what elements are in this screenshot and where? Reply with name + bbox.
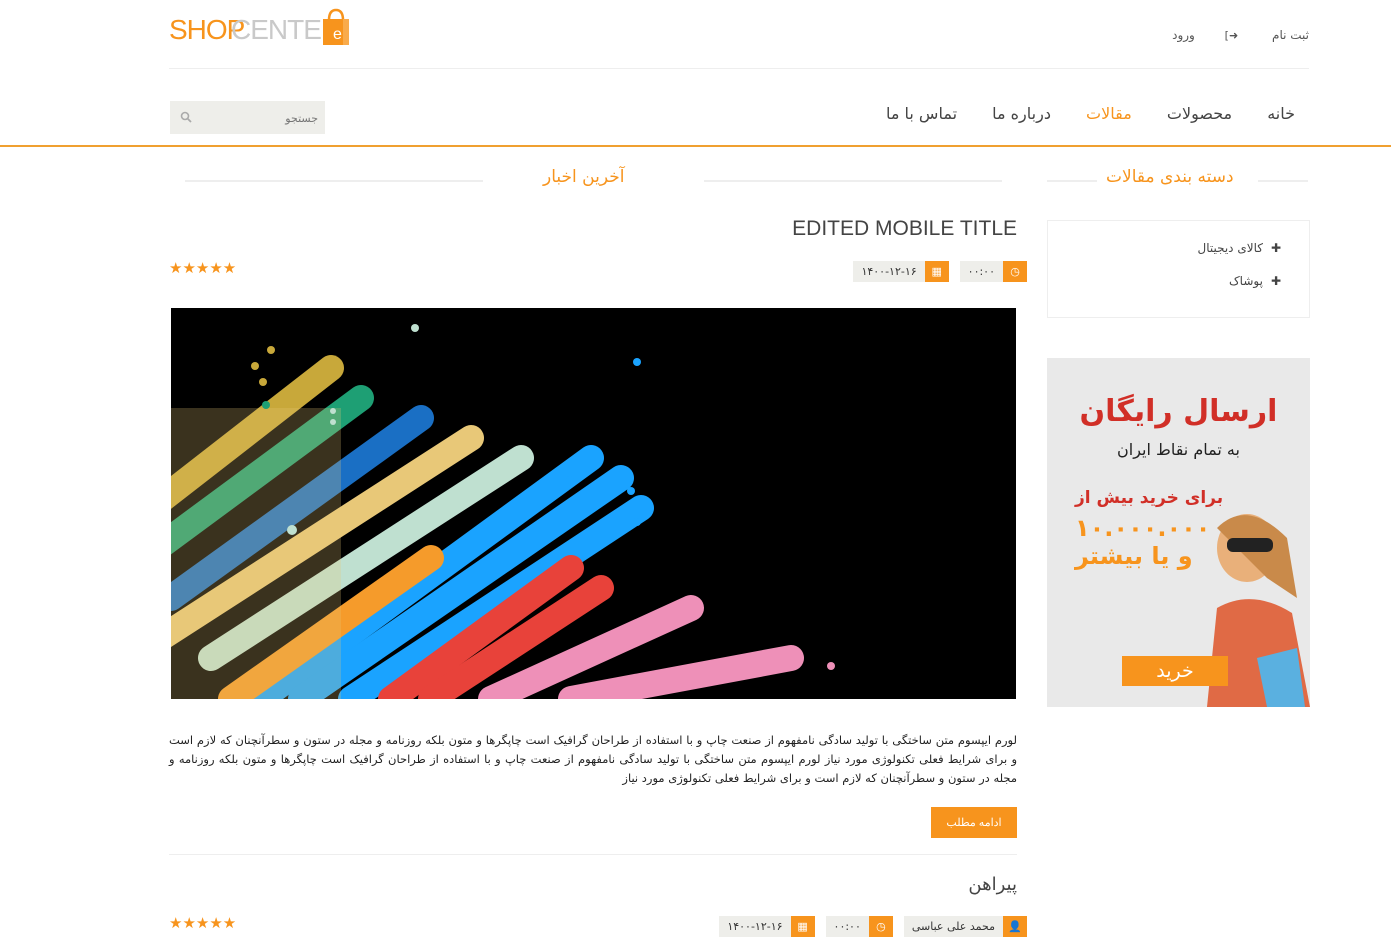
- banner-subtitle: به تمام نقاط ایران: [1117, 440, 1240, 459]
- read-more-button[interactable]: ادامه مطلب: [931, 807, 1017, 838]
- post-time-2: ◷ ۰۰:۰۰: [825, 916, 893, 937]
- post-author: 👤 محمد علی عباسی: [903, 916, 1027, 937]
- abstract-paint-splash-image: [171, 308, 1016, 699]
- site-logo[interactable]: SHOP CENTER e: [169, 8, 354, 48]
- title-line-left: [185, 180, 483, 182]
- rating-stars: ★★★★★: [169, 259, 237, 277]
- plus-icon: ✚: [1270, 241, 1281, 255]
- banner-amount: ۱۰.۰۰۰.۰۰۰: [1075, 514, 1211, 542]
- latest-news-title: آخرین اخبار: [543, 167, 625, 187]
- category-item-clothing[interactable]: ✚پوشاک: [1229, 274, 1281, 288]
- post-meta: ◷ ۰۰:۰۰ ▦ ۱۴۰۰-۱۲-۱۶: [842, 261, 1027, 282]
- user-icon: 👤: [1003, 916, 1027, 937]
- post-date: ▦ ۱۴۰۰-۱۲-۱۶: [853, 261, 949, 282]
- nav-home[interactable]: خانه: [1267, 104, 1295, 123]
- cat-title-line-right: [1258, 180, 1308, 182]
- banner-line1: برای خرید بیش از: [1075, 488, 1224, 508]
- nav-articles[interactable]: مقالات: [1086, 104, 1132, 123]
- free-shipping-banner[interactable]: ارسال رایگان به تمام نقاط ایران برای خری…: [1047, 358, 1310, 707]
- post-separator: [169, 854, 1017, 855]
- post-title-2[interactable]: پیراهن: [968, 874, 1017, 895]
- nav-products[interactable]: محصولات: [1167, 104, 1232, 123]
- login-link[interactable]: ➜] ورود: [1146, 28, 1242, 42]
- search-box: [170, 101, 325, 136]
- category-item-digital[interactable]: ✚کالای دیجیتال: [1197, 241, 1281, 255]
- nav-contact[interactable]: تماس با ما: [886, 104, 957, 123]
- post-excerpt: لورم ایپسوم متن ساختگی با تولید سادگی نا…: [169, 733, 1017, 785]
- cat-title-line-left: [1047, 180, 1097, 182]
- banner-buy-button[interactable]: خرید: [1122, 656, 1228, 686]
- clock-icon: ◷: [868, 916, 893, 937]
- sign-in-icon: ➜]: [1224, 29, 1239, 42]
- search-icon[interactable]: [180, 111, 192, 123]
- calendar-icon: ▦: [790, 916, 815, 937]
- calendar-icon: ▦: [924, 261, 949, 282]
- search-input[interactable]: [196, 101, 320, 136]
- post-time: ◷ ۰۰:۰۰: [959, 261, 1027, 282]
- shopping-bag-icon: e: [323, 8, 349, 45]
- main-nav: خانه محصولات مقالات درباره ما تماس با ما: [856, 104, 1295, 123]
- clock-icon: ◷: [1003, 261, 1027, 282]
- login-link-label: ورود: [1172, 28, 1195, 42]
- nav-about[interactable]: درباره ما: [992, 104, 1051, 123]
- plus-icon: ✚: [1270, 274, 1281, 288]
- categories-title: دسته بندی مقالات: [1106, 167, 1234, 187]
- register-link[interactable]: ثبت نام: [1272, 28, 1309, 42]
- rating-stars-2: ★★★★★: [169, 914, 237, 932]
- title-line-right: [704, 180, 1002, 182]
- post-meta-2: 👤 محمد علی عباسی ◷ ۰۰:۰۰ ▦ ۱۴۰۰-۱۲-۱۶: [708, 916, 1027, 937]
- post-title[interactable]: EDITED MOBILE TITLE: [792, 217, 1017, 241]
- category-list: ✚کالای دیجیتال ✚پوشاک: [1047, 220, 1310, 318]
- top-links: ثبت نام ➜] ورود: [1120, 28, 1309, 42]
- post-image[interactable]: [171, 308, 1016, 699]
- nav-divider: [0, 145, 1391, 147]
- post-date-2: ▦ ۱۴۰۰-۱۲-۱۶: [719, 916, 815, 937]
- header-divider: [169, 68, 1309, 69]
- banner-line3: و یا بیشتر: [1075, 542, 1193, 570]
- logo-badge-text: e: [333, 26, 342, 43]
- banner-title: ارسال رایگان: [1079, 394, 1278, 429]
